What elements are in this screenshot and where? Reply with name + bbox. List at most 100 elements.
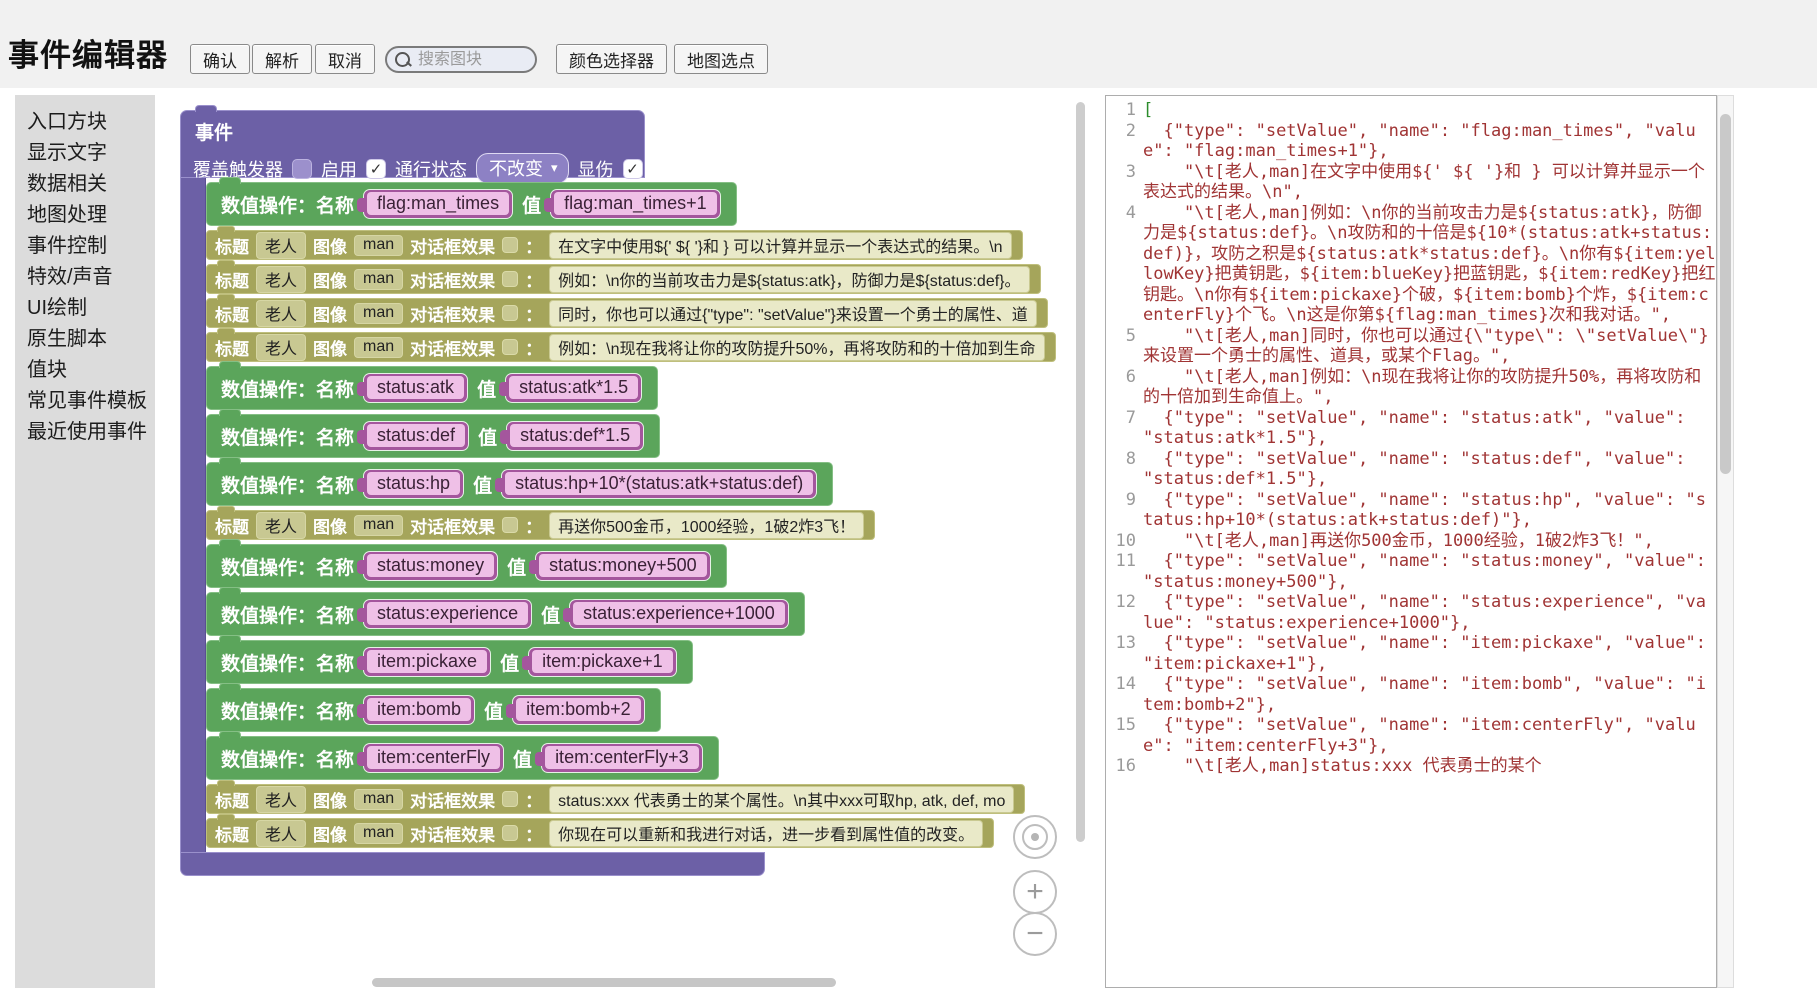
name-slot[interactable]: item:centerFly bbox=[364, 744, 503, 772]
value-slot[interactable]: status:atk*1.5 bbox=[506, 374, 641, 402]
zoom-in-button[interactable]: + bbox=[1013, 870, 1057, 914]
setvalue-block[interactable]: 数值操作：名称 status:hp 值 status:hp+10*(status… bbox=[206, 462, 833, 506]
dialog-effect-checkbox[interactable] bbox=[502, 791, 518, 807]
dialog-title-chip[interactable]: 老人 bbox=[256, 512, 306, 539]
dialog-image-chip[interactable]: man bbox=[354, 303, 403, 324]
setvalue-block[interactable]: 数值操作：名称 flag:man_times 值 flag:man_times+… bbox=[206, 182, 737, 226]
dialog-block[interactable]: 标题 老人 图像 man 对话框效果 ： 例如：\n现在我将让你的攻防提升50%… bbox=[206, 332, 1056, 362]
value-slot[interactable]: item:centerFly+3 bbox=[542, 744, 702, 772]
setvalue-block[interactable]: 数值操作：名称 status:atk 值 status:atk*1.5 bbox=[206, 366, 658, 410]
value-slot[interactable]: item:bomb+2 bbox=[513, 696, 644, 724]
dialog-image-chip[interactable]: man bbox=[354, 515, 403, 536]
line-text[interactable]: {"type": "setValue", "name": "status:mon… bbox=[1143, 551, 1716, 592]
line-text[interactable]: [ bbox=[1143, 100, 1716, 121]
dialog-block[interactable]: 标题 老人 图像 man 对话框效果 ： 再送你500金币，1000经验，1破2… bbox=[206, 510, 875, 540]
canvas-vertical-scrollbar[interactable] bbox=[1076, 102, 1085, 842]
name-slot[interactable]: item:bomb bbox=[364, 696, 474, 724]
setvalue-block[interactable]: 数值操作：名称 status:def 值 status:def*1.5 bbox=[206, 414, 660, 458]
dialog-image-chip[interactable]: man bbox=[354, 337, 403, 358]
value-slot[interactable]: item:pickaxe+1 bbox=[529, 648, 676, 676]
dialog-text-field[interactable]: 例如：\n现在我将让你的攻防提升50%，再将攻防和的十倍加到生命 bbox=[549, 334, 1044, 361]
dialog-title-chip[interactable]: 老人 bbox=[256, 300, 306, 327]
line-text[interactable]: "\t[老人,man]例如：\n你的当前攻击力是${status:atk}，防御… bbox=[1143, 203, 1716, 326]
value-slot[interactable]: status:hp+10*(status:atk+status:def) bbox=[502, 470, 816, 498]
toolbox-category[interactable]: 原生脚本 bbox=[27, 324, 155, 355]
dialog-text-field[interactable]: 再送你500金币，1000经验，1破2炸3飞！ bbox=[549, 512, 864, 539]
value-slot[interactable]: status:money+500 bbox=[536, 552, 710, 580]
name-slot[interactable]: item:pickaxe bbox=[364, 648, 490, 676]
dialog-effect-checkbox[interactable] bbox=[502, 517, 518, 533]
enable-checkbox[interactable]: ✓ bbox=[366, 159, 386, 179]
block-canvas[interactable]: 事件 覆盖触发器 启用 ✓ 通行状态 不改变 ▾ 显伤 ✓ bbox=[155, 88, 1105, 988]
dialog-title-chip[interactable]: 老人 bbox=[256, 232, 306, 259]
pass-state-dropdown[interactable]: 不改变 ▾ bbox=[476, 153, 569, 184]
dialog-image-chip[interactable]: man bbox=[354, 823, 403, 844]
toolbox-category[interactable]: 数据相关 bbox=[27, 169, 155, 200]
event-block-header[interactable]: 事件 覆盖触发器 启用 ✓ 通行状态 不改变 ▾ 显伤 ✓ bbox=[180, 110, 645, 178]
setvalue-block[interactable]: 数值操作：名称 status:money 值 status:money+500 bbox=[206, 544, 727, 588]
dialog-effect-checkbox[interactable] bbox=[502, 237, 518, 253]
color-picker-button[interactable]: 颜色选择器 bbox=[556, 44, 667, 74]
code-lines[interactable]: 1 [ 2 {"type": "setValue", "name": "flag… bbox=[1106, 96, 1716, 777]
line-text[interactable]: {"type": "setValue", "name": "item:cente… bbox=[1143, 715, 1716, 756]
line-text[interactable]: {"type": "setValue", "name": "status:exp… bbox=[1143, 592, 1716, 633]
editor-scrollbar[interactable] bbox=[1717, 95, 1734, 988]
value-slot[interactable]: status:experience+1000 bbox=[570, 600, 788, 628]
line-text[interactable]: {"type": "setValue", "name": "item:picka… bbox=[1143, 633, 1716, 674]
line-text[interactable]: {"type": "setValue", "name": "status:hp"… bbox=[1143, 490, 1716, 531]
name-slot[interactable]: status:atk bbox=[364, 374, 467, 402]
dialog-text-field[interactable]: 同时，你也可以通过{"type": "setValue"}来设置一个勇士的属性、… bbox=[549, 300, 1037, 327]
name-slot[interactable]: status:money bbox=[364, 552, 497, 580]
zoom-reset-button[interactable] bbox=[1013, 815, 1057, 859]
setvalue-block[interactable]: 数值操作：名称 item:centerFly 值 item:centerFly+… bbox=[206, 736, 719, 780]
parse-button[interactable]: 解析 bbox=[252, 44, 312, 74]
toolbox-category[interactable]: 事件控制 bbox=[27, 231, 155, 262]
event-block[interactable]: 事件 覆盖触发器 启用 ✓ 通行状态 不改变 ▾ 显伤 ✓ bbox=[180, 110, 1056, 876]
line-text[interactable]: {"type": "setValue", "name": "status:atk… bbox=[1143, 408, 1716, 449]
line-text[interactable]: "\t[老人,man]status:xxx 代表勇士的某个 bbox=[1143, 756, 1716, 777]
search-input[interactable] bbox=[416, 50, 530, 70]
name-slot[interactable]: status:def bbox=[364, 422, 468, 450]
dialog-title-chip[interactable]: 老人 bbox=[256, 334, 306, 361]
line-text[interactable]: {"type": "setValue", "name": "item:bomb"… bbox=[1143, 674, 1716, 715]
cancel-button[interactable]: 取消 bbox=[315, 44, 375, 74]
dialog-effect-checkbox[interactable] bbox=[502, 825, 518, 841]
confirm-button[interactable]: 确认 bbox=[190, 44, 250, 74]
toolbox-category[interactable]: UI绘制 bbox=[27, 293, 155, 324]
dialog-block[interactable]: 标题 老人 图像 man 对话框效果 ： 你现在可以重新和我进行对话，进一步看到… bbox=[206, 818, 994, 848]
toolbox-category[interactable]: 常见事件模板 bbox=[27, 386, 155, 417]
toolbox-category[interactable]: 入口方块 bbox=[27, 107, 155, 138]
block-search-box[interactable] bbox=[385, 46, 537, 73]
line-text[interactable]: "\t[老人,man]在文字中使用${' ${ '}和 } 可以计算并显示一个表… bbox=[1143, 162, 1716, 203]
setvalue-block[interactable]: 数值操作：名称 item:bomb 值 item:bomb+2 bbox=[206, 688, 661, 732]
value-slot[interactable]: flag:man_times+1 bbox=[551, 190, 720, 218]
dialog-title-chip[interactable]: 老人 bbox=[256, 266, 306, 293]
line-text[interactable]: "\t[老人,man]再送你500金币，1000经验，1破2炸3飞！", bbox=[1143, 531, 1716, 552]
display-damage-checkbox[interactable]: ✓ bbox=[623, 159, 643, 179]
editor-scrollbar-thumb[interactable] bbox=[1720, 114, 1731, 474]
dialog-text-field[interactable]: 在文字中使用${' ${ '}和 } 可以计算并显示一个表达式的结果。\n bbox=[549, 232, 1011, 259]
name-slot[interactable]: status:experience bbox=[364, 600, 531, 628]
name-slot[interactable]: status:hp bbox=[364, 470, 463, 498]
dialog-effect-checkbox[interactable] bbox=[502, 271, 518, 287]
event-json-editor[interactable]: 1 [ 2 {"type": "setValue", "name": "flag… bbox=[1105, 95, 1717, 988]
dialog-image-chip[interactable]: man bbox=[354, 235, 403, 256]
line-text[interactable]: {"type": "setValue", "name": "flag:man_t… bbox=[1143, 121, 1716, 162]
override-trigger-checkbox[interactable] bbox=[292, 159, 312, 179]
dialog-text-field[interactable]: 例如：\n你的当前攻击力是${status:atk}，防御力是${status:… bbox=[549, 266, 1029, 293]
zoom-out-button[interactable]: − bbox=[1013, 912, 1057, 956]
toolbox-category[interactable]: 最近使用事件 bbox=[27, 417, 155, 448]
toolbox-category[interactable]: 显示文字 bbox=[27, 138, 155, 169]
dialog-block[interactable]: 标题 老人 图像 man 对话框效果 ： 在文字中使用${' ${ '}和 } … bbox=[206, 230, 1023, 260]
line-text[interactable]: {"type": "setValue", "name": "status:def… bbox=[1143, 449, 1716, 490]
toolbox-category[interactable]: 特效/声音 bbox=[27, 262, 155, 293]
setvalue-block[interactable]: 数值操作：名称 status:experience 值 status:exper… bbox=[206, 592, 805, 636]
dialog-block[interactable]: 标题 老人 图像 man 对话框效果 ： status:xxx 代表勇士的某个属… bbox=[206, 784, 1025, 814]
dialog-block[interactable]: 标题 老人 图像 man 对话框效果 ： 同时，你也可以通过{"type": "… bbox=[206, 298, 1048, 328]
dialog-text-field[interactable]: status:xxx 代表勇士的某个属性。\n其中xxx可取hp, atk, d… bbox=[549, 786, 1014, 813]
canvas-horizontal-scrollbar[interactable] bbox=[372, 978, 836, 987]
line-text[interactable]: "\t[老人,man]同时，你也可以通过{\"type\": \"setValu… bbox=[1143, 326, 1716, 367]
dialog-image-chip[interactable]: man bbox=[354, 269, 403, 290]
name-slot[interactable]: flag:man_times bbox=[364, 190, 512, 218]
toolbox-category[interactable]: 值块 bbox=[27, 355, 155, 386]
